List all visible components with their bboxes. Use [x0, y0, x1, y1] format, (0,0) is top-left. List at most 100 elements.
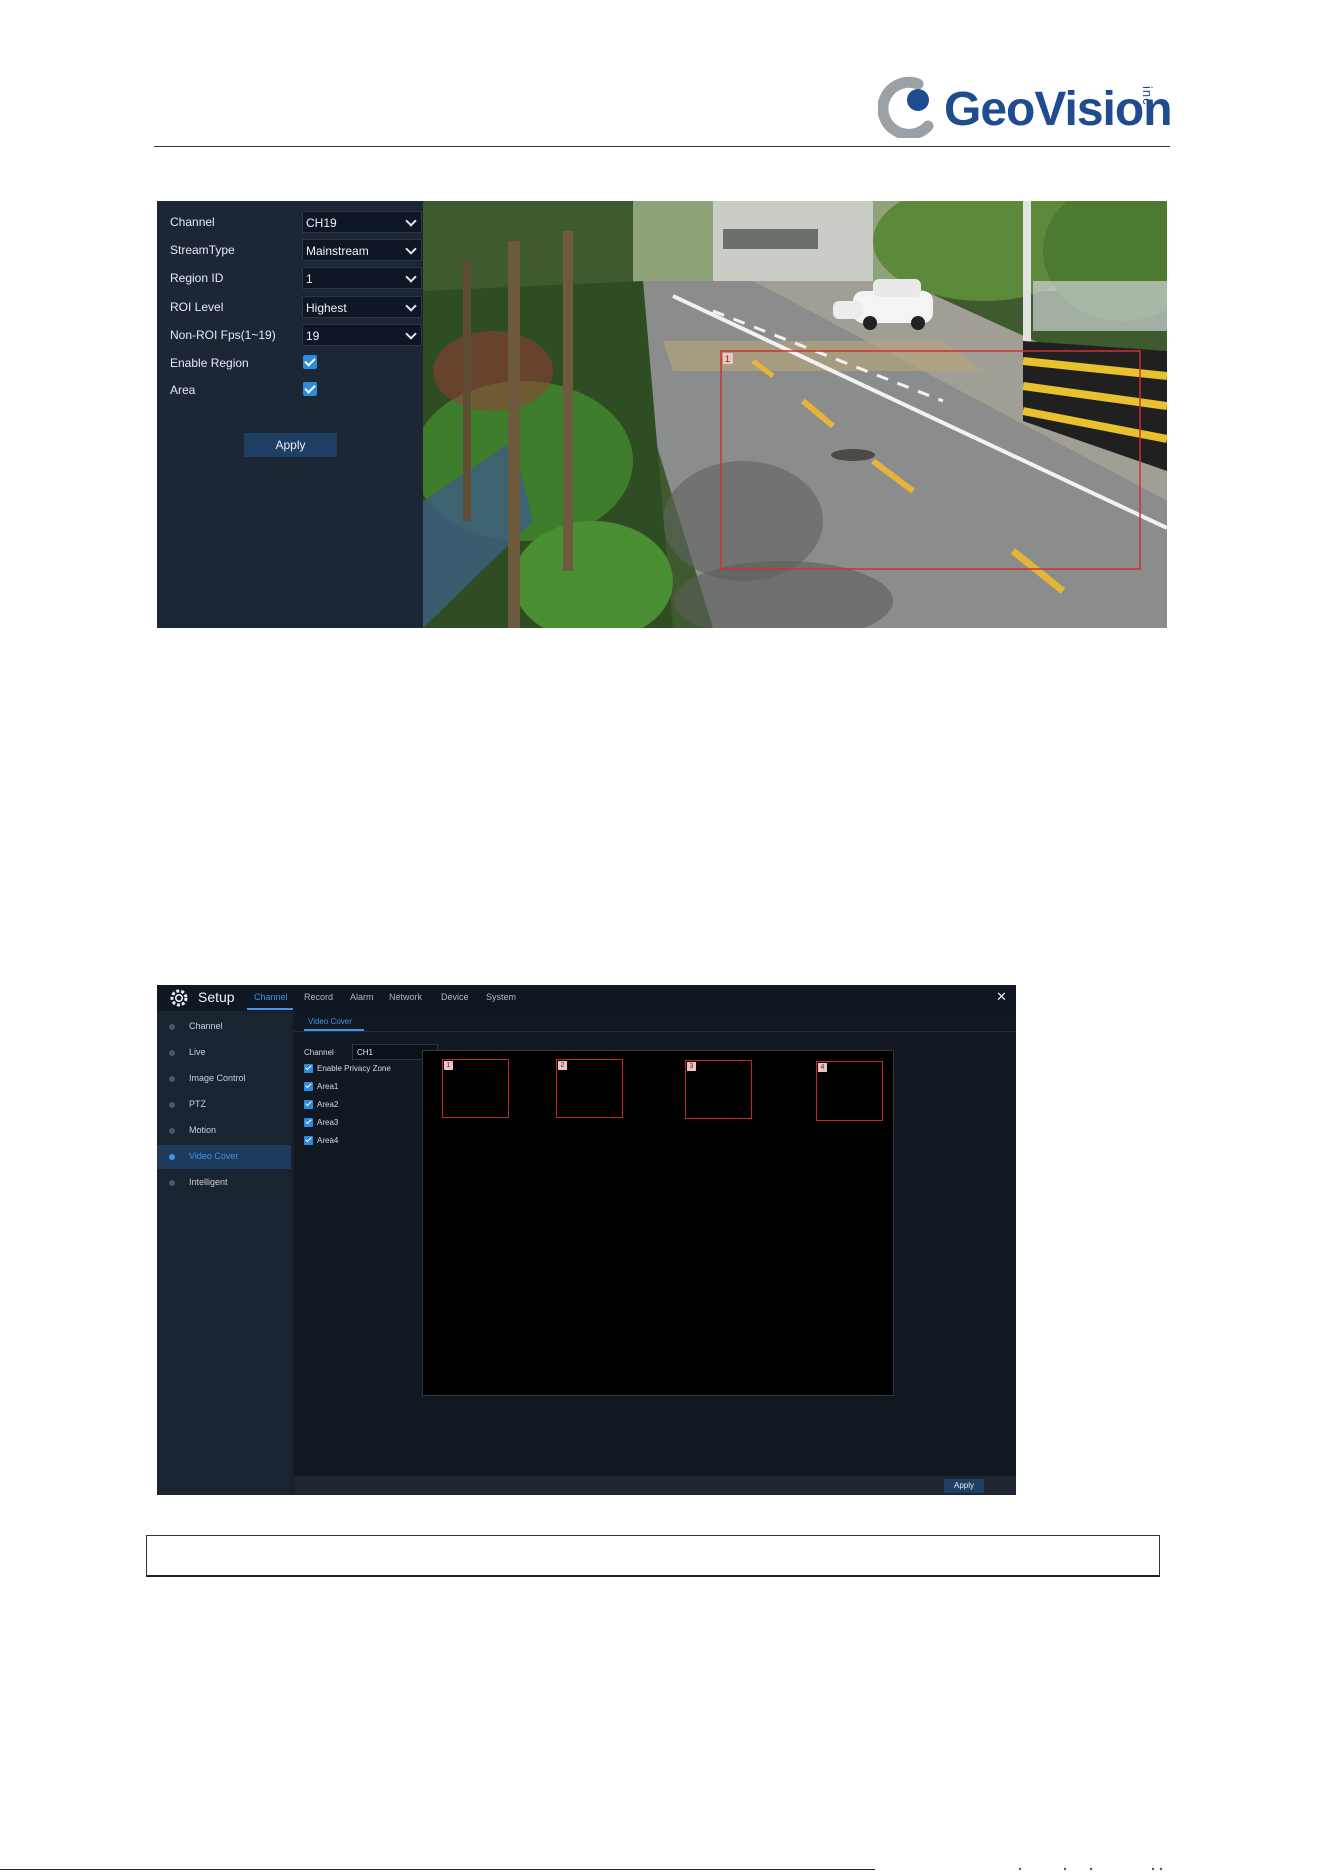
non-roi-fps-select[interactable]: 19 — [302, 324, 422, 346]
subtab-video-cover[interactable]: Video Cover — [308, 1017, 352, 1026]
enable-privacy-zone-checkbox[interactable]: Enable Privacy Zone — [304, 1063, 414, 1075]
channel-select[interactable]: CH19 — [302, 211, 422, 233]
sidebar-item-label: Live — [189, 1047, 206, 1057]
sidebar-item-video-cover[interactable]: Video Cover — [157, 1145, 291, 1169]
close-icon[interactable]: ✕ — [996, 989, 1007, 1005]
enable-region-checkbox[interactable] — [303, 355, 317, 369]
bullet-icon — [169, 1076, 175, 1082]
region-id-row: Region ID 1 — [170, 267, 422, 291]
footer-bar: Apply — [294, 1476, 1016, 1495]
sidebar-item-motion[interactable]: Motion — [157, 1119, 291, 1143]
gear-icon — [170, 989, 188, 1007]
chevron-down-icon — [405, 243, 417, 255]
checkbox-checked-icon — [304, 1118, 313, 1127]
active-tab-indicator — [247, 1008, 293, 1010]
area-row: Area — [170, 379, 418, 403]
chevron-down-icon — [405, 215, 417, 227]
tab-network[interactable]: Network — [389, 992, 422, 1002]
bullet-icon — [169, 1128, 175, 1134]
bullet-icon — [169, 1180, 175, 1186]
sidebar-item-label: Motion — [189, 1125, 217, 1135]
video-cover-main: Video Cover Channel CH1 Enable Privacy Z… — [294, 1011, 1016, 1495]
roi-level-select-value: Highest — [306, 301, 347, 315]
bullet-icon — [169, 1050, 175, 1056]
roi-settings-screenshot: Channel CH19 StreamType Mainstream Regio… — [157, 201, 1167, 628]
brand-suffix: inc — [1140, 86, 1155, 106]
area-number: 2 — [558, 1061, 567, 1070]
channel-row: Channel CH19 — [170, 211, 422, 235]
tab-channel[interactable]: Channel — [254, 992, 288, 1002]
geovision-logo: GeoVision inc — [878, 72, 1173, 144]
area-checkbox[interactable] — [303, 382, 317, 396]
checkbox-label: Area1 — [317, 1082, 339, 1091]
area4-checkbox[interactable]: Area4 — [304, 1135, 414, 1147]
checkbox-label: Area3 — [317, 1118, 339, 1127]
bullet-icon — [169, 1154, 175, 1160]
tab-system[interactable]: System — [486, 992, 516, 1002]
checkbox-label: Area2 — [317, 1100, 339, 1109]
tab-alarm[interactable]: Alarm — [350, 992, 374, 1002]
stream-type-select-value: Mainstream — [306, 244, 369, 258]
privacy-area-3[interactable]: 3 — [685, 1060, 752, 1119]
channel-select-value: CH1 — [357, 1048, 374, 1057]
roi-level-label: ROI Level — [170, 300, 224, 314]
roi-level-row: ROI Level Highest — [170, 296, 422, 320]
divider — [294, 1031, 1016, 1032]
footer-divider — [0, 1869, 875, 1870]
setup-title: Setup — [198, 989, 235, 1005]
video-preview[interactable]: 1 2 3 4 — [422, 1050, 894, 1396]
privacy-area-4[interactable]: 4 — [816, 1061, 883, 1121]
chevron-down-icon — [405, 328, 417, 340]
roi-region-number: 1 — [725, 354, 730, 364]
setup-top-bar: Setup Channel Record Alarm Network Devic… — [157, 985, 1016, 1011]
bullet-icon — [169, 1024, 175, 1030]
sidebar-item-image-control[interactable]: Image Control — [157, 1067, 291, 1091]
area-label: Area — [170, 383, 196, 397]
non-roi-fps-label: Non-ROI Fps(1~19) — [170, 328, 276, 342]
privacy-area-2[interactable]: 2 — [556, 1059, 623, 1118]
header-divider — [154, 146, 1170, 147]
sidebar-item-intelligent[interactable]: Intelligent — [157, 1171, 291, 1195]
stream-type-label: StreamType — [170, 243, 235, 257]
area2-checkbox[interactable]: Area2 — [304, 1099, 414, 1111]
roi-level-select[interactable]: Highest — [302, 296, 422, 318]
checkbox-checked-icon — [304, 1136, 313, 1145]
area-number: 1 — [444, 1061, 453, 1070]
channel-label: Channel — [304, 1048, 334, 1057]
sidebar-item-live[interactable]: Live — [157, 1041, 291, 1065]
area3-checkbox[interactable]: Area3 — [304, 1117, 414, 1129]
checkbox-label: Enable Privacy Zone — [317, 1064, 391, 1073]
sidebar-item-label: PTZ — [189, 1099, 206, 1109]
region-id-select-value: 1 — [306, 272, 313, 286]
sidebar-item-label: Intelligent — [189, 1177, 228, 1187]
sidebar-item-channel[interactable]: Channel — [157, 1015, 291, 1039]
tab-record[interactable]: Record — [304, 992, 333, 1002]
roi-settings-form: Channel CH19 StreamType Mainstream Regio… — [157, 201, 423, 628]
area-number: 4 — [818, 1063, 827, 1072]
tab-device[interactable]: Device — [441, 992, 469, 1002]
footer-marks — [1018, 1867, 1163, 1871]
apply-button[interactable]: Apply — [944, 1479, 984, 1493]
privacy-area-1[interactable]: 1 — [442, 1059, 509, 1118]
stream-type-row: StreamType Mainstream — [170, 239, 422, 263]
apply-button[interactable]: Apply — [244, 433, 337, 457]
setup-sidebar: Channel Live Image Control PTZ Motion Vi… — [157, 1011, 291, 1495]
stream-type-select[interactable]: Mainstream — [302, 239, 422, 261]
non-roi-fps-select-value: 19 — [306, 329, 320, 343]
video-cover-screenshot: Setup Channel Record Alarm Network Devic… — [157, 985, 1016, 1495]
chevron-down-icon — [405, 300, 417, 312]
enable-region-label: Enable Region — [170, 356, 249, 370]
camera-live-view: 1 — [423, 201, 1167, 628]
sidebar-item-label: Video Cover — [189, 1151, 239, 1161]
area1-checkbox[interactable]: Area1 — [304, 1081, 414, 1093]
brand-name: GeoVision — [944, 83, 1173, 136]
bullet-icon — [169, 1102, 175, 1108]
region-id-select[interactable]: 1 — [302, 267, 422, 289]
non-roi-fps-row: Non-ROI Fps(1~19) 19 — [170, 324, 422, 348]
sidebar-item-ptz[interactable]: PTZ — [157, 1093, 291, 1117]
sidebar-item-label: Image Control — [189, 1073, 246, 1083]
caption-box — [146, 1535, 1160, 1577]
enable-region-row: Enable Region — [170, 352, 418, 376]
area-number: 3 — [687, 1062, 696, 1071]
checkbox-checked-icon — [304, 1064, 313, 1073]
